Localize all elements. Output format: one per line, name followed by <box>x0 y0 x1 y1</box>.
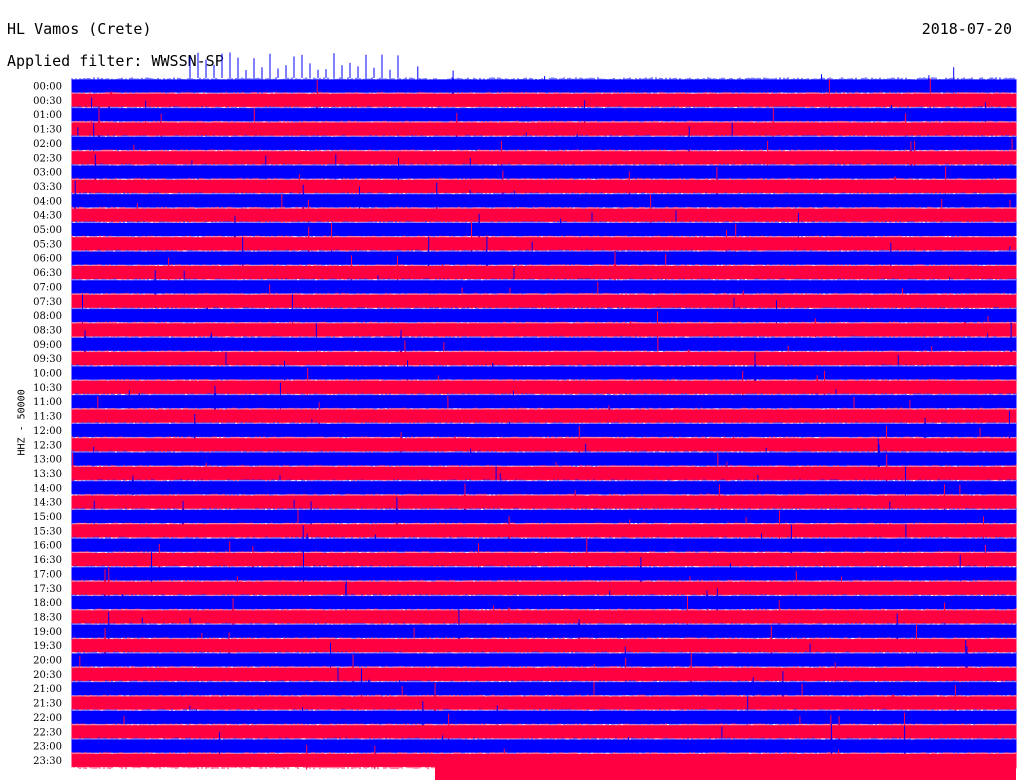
row-time-label: 17:00 <box>33 569 62 580</box>
trace-noise <box>71 263 1017 282</box>
row-time-label: 09:30 <box>33 354 62 365</box>
row-time-label: 23:00 <box>33 742 62 753</box>
row-time-label: 02:00 <box>33 139 62 150</box>
trace-noise <box>71 493 1017 511</box>
row-time-label: 03:30 <box>33 182 62 193</box>
row-time-label: 09:00 <box>33 340 62 351</box>
row-time-label: 16:00 <box>33 541 62 552</box>
trace-noise <box>71 522 1017 540</box>
trace-noise <box>71 479 1017 497</box>
trace-noise <box>71 694 1017 712</box>
trace-noise <box>71 335 1017 353</box>
row-time-label: 10:00 <box>33 369 62 380</box>
row-time-label: 21:30 <box>33 699 62 710</box>
row-time-label: 21:00 <box>33 684 62 695</box>
row-time-label: 08:00 <box>33 311 62 322</box>
row-time-label: 23:30 <box>33 756 62 767</box>
trace-noise <box>71 350 1017 368</box>
trace-noise <box>71 321 1017 339</box>
row-time-label: 13:00 <box>33 455 62 466</box>
trace-noise <box>71 550 1017 569</box>
trace-noise <box>71 278 1017 296</box>
row-time-label: 06:30 <box>33 268 62 279</box>
row-time-label: 22:30 <box>33 727 62 738</box>
row-time-label: 15:30 <box>33 526 62 537</box>
trace-noise <box>71 106 1017 124</box>
row-time-label: 07:00 <box>33 282 62 293</box>
row-time-label: 01:30 <box>33 125 62 136</box>
trace-noise <box>71 235 1017 253</box>
trace-noise <box>71 91 1017 109</box>
row-time-label: 16:30 <box>33 555 62 566</box>
row-time-label: 19:30 <box>33 641 62 652</box>
row-time-label: 08:30 <box>33 325 62 336</box>
row-time-label: 03:00 <box>33 168 62 179</box>
top-burst <box>189 52 399 78</box>
row-time-label: 10:30 <box>33 383 62 394</box>
trace-noise <box>71 536 1017 554</box>
row-time-label: 14:00 <box>33 483 62 494</box>
trace-noise <box>71 206 1017 224</box>
row-time-label: 15:00 <box>33 512 62 523</box>
row-time-label: 02:30 <box>33 153 62 164</box>
row-time-label: 18:30 <box>33 612 62 623</box>
row-time-label: 06:00 <box>33 254 62 265</box>
row-time-label: 22:00 <box>33 713 62 724</box>
trace-noise <box>71 77 1017 95</box>
trace-noise <box>71 507 1017 526</box>
row-time-label: 05:00 <box>33 225 62 236</box>
row-time-label: 14:30 <box>33 498 62 509</box>
row-time-label: 00:30 <box>33 96 62 107</box>
trace-noise <box>71 637 1017 655</box>
trace-noise <box>71 579 1017 597</box>
row-time-label: 01:00 <box>33 110 62 121</box>
trace-noise <box>71 393 1017 411</box>
row-time-label: 13:30 <box>33 469 62 480</box>
trace-noise <box>71 593 1017 612</box>
row-time-label: 11:00 <box>33 397 62 408</box>
tail-burst <box>435 756 1016 780</box>
seismogram-plot: 00:00 00:30 01:00 01:30 02:00 02:30 03:00 03:30… <box>33 52 1017 780</box>
row-time-label: 20:30 <box>33 670 62 681</box>
row-time-label: 00:00 <box>33 82 62 93</box>
trace-noise <box>71 737 1017 755</box>
row-time-label: 17:30 <box>33 584 62 595</box>
trace-noise <box>71 407 1017 425</box>
row-time-label: 19:00 <box>33 627 62 638</box>
row-time-label: 05:30 <box>33 239 62 250</box>
row-time-label: 18:00 <box>33 598 62 609</box>
trace-noise <box>71 651 1017 669</box>
row-time-label: 20:00 <box>33 656 62 667</box>
row-time-label: 07:30 <box>33 297 62 308</box>
row-time-label: 11:30 <box>33 412 62 423</box>
row-time-label: 04:30 <box>33 211 62 222</box>
row-time-label: 12:30 <box>33 440 62 451</box>
row-time-label: 12:00 <box>33 426 62 437</box>
trace-noise <box>71 306 1017 325</box>
row-time-label: 04:00 <box>33 196 62 207</box>
